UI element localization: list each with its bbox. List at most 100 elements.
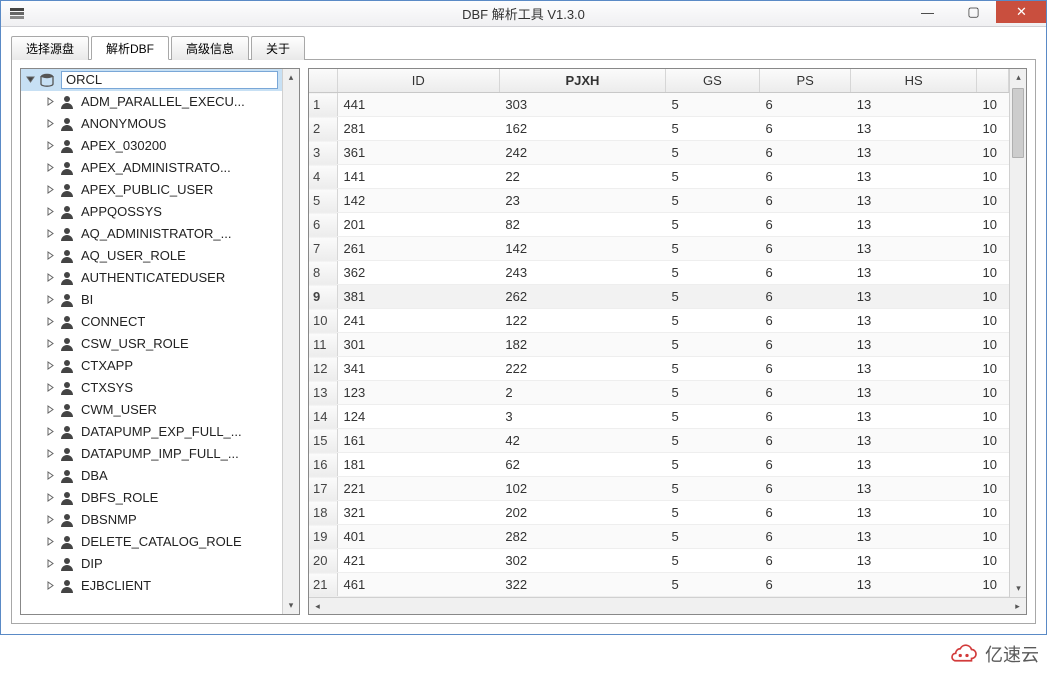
cell[interactable]: 13 [851, 93, 977, 117]
cell[interactable]: 341 [337, 357, 499, 381]
table-row[interactable]: 19401282561310 [309, 525, 1009, 549]
cell[interactable]: 10 [977, 285, 1009, 309]
tab-1[interactable]: 解析DBF [91, 36, 169, 60]
maximize-button[interactable]: ▢ [950, 1, 996, 23]
cell[interactable]: 222 [499, 357, 665, 381]
cell[interactable]: 13 [851, 549, 977, 573]
cell[interactable]: 13 [851, 453, 977, 477]
cell[interactable]: 6 [759, 213, 850, 237]
cell[interactable]: 6 [759, 333, 850, 357]
tree-item[interactable]: ANONYMOUS [21, 113, 282, 135]
col-header[interactable]: ID [337, 69, 499, 93]
cell[interactable]: 3 [499, 405, 665, 429]
tree-item[interactable]: CONNECT [21, 311, 282, 333]
cell[interactable]: 5 [665, 93, 759, 117]
cell[interactable]: 381 [337, 285, 499, 309]
cell[interactable]: 124 [337, 405, 499, 429]
cell[interactable]: 13 [851, 477, 977, 501]
cell[interactable]: 13 [851, 117, 977, 141]
cell[interactable]: 13 [851, 357, 977, 381]
tab-0[interactable]: 选择源盘 [11, 36, 89, 60]
cell[interactable]: 23 [499, 189, 665, 213]
expander-icon[interactable] [43, 425, 57, 439]
cell[interactable]: 401 [337, 525, 499, 549]
cell[interactable]: 241 [337, 309, 499, 333]
cell[interactable]: 6 [759, 381, 850, 405]
tree-item[interactable]: DBSNMP [21, 509, 282, 531]
table-row[interactable]: 3361242561310 [309, 141, 1009, 165]
cell[interactable]: 13 [851, 501, 977, 525]
col-header[interactable]: HS [851, 69, 977, 93]
tree-item[interactable]: DBFS_ROLE [21, 487, 282, 509]
table-row[interactable]: 10241122561310 [309, 309, 1009, 333]
cell[interactable]: 13 [851, 285, 977, 309]
cell[interactable]: 22 [499, 165, 665, 189]
cell[interactable]: 13 [851, 309, 977, 333]
cell[interactable]: 10 [977, 501, 1009, 525]
table-row[interactable]: 131232561310 [309, 381, 1009, 405]
cell[interactable]: 6 [759, 453, 850, 477]
cell[interactable]: 303 [499, 93, 665, 117]
scroll-down-icon[interactable]: ▾ [1010, 580, 1027, 597]
cell[interactable]: 13 [851, 261, 977, 285]
cell[interactable]: 10 [977, 549, 1009, 573]
scroll-left-icon[interactable]: ◂ [309, 598, 326, 615]
close-button[interactable]: ✕ [996, 1, 1046, 23]
scroll-up-icon[interactable]: ▴ [1010, 69, 1027, 86]
cell[interactable]: 5 [665, 285, 759, 309]
scroll-up-icon[interactable]: ▴ [283, 69, 299, 86]
cell[interactable]: 82 [499, 213, 665, 237]
cell[interactable]: 262 [499, 285, 665, 309]
expander-icon[interactable] [43, 249, 57, 263]
tree-item[interactable]: APEX_PUBLIC_USER [21, 179, 282, 201]
tree-item[interactable]: DIP [21, 553, 282, 575]
cell[interactable]: 5 [665, 309, 759, 333]
scroll-thumb[interactable] [1012, 88, 1024, 158]
cell[interactable]: 182 [499, 333, 665, 357]
expander-icon[interactable] [43, 227, 57, 241]
cell[interactable]: 181 [337, 453, 499, 477]
expander-icon[interactable] [43, 271, 57, 285]
cell[interactable]: 362 [337, 261, 499, 285]
cell[interactable]: 62 [499, 453, 665, 477]
tree-item[interactable]: APEX_ADMINISTRATO... [21, 157, 282, 179]
expander-icon[interactable] [43, 205, 57, 219]
cell[interactable]: 10 [977, 189, 1009, 213]
cell[interactable]: 5 [665, 405, 759, 429]
tab-2[interactable]: 高级信息 [171, 36, 249, 60]
cell[interactable]: 5 [665, 213, 759, 237]
cell[interactable]: 141 [337, 165, 499, 189]
tree-item[interactable]: AUTHENTICATEDUSER [21, 267, 282, 289]
cell[interactable]: 122 [499, 309, 665, 333]
cell[interactable]: 10 [977, 117, 1009, 141]
expander-icon[interactable] [43, 139, 57, 153]
cell[interactable]: 10 [977, 453, 1009, 477]
tree-item[interactable]: CSW_USR_ROLE [21, 333, 282, 355]
expander-icon[interactable] [23, 73, 37, 87]
table-row[interactable]: 620182561310 [309, 213, 1009, 237]
table-row[interactable]: 1618162561310 [309, 453, 1009, 477]
cell[interactable]: 6 [759, 405, 850, 429]
cell[interactable]: 282 [499, 525, 665, 549]
table-row[interactable]: 8362243561310 [309, 261, 1009, 285]
cell[interactable]: 10 [977, 309, 1009, 333]
cell[interactable]: 5 [665, 549, 759, 573]
expander-icon[interactable] [43, 337, 57, 351]
cell[interactable]: 10 [977, 333, 1009, 357]
cell[interactable]: 10 [977, 573, 1009, 597]
table-row[interactable]: 141243561310 [309, 405, 1009, 429]
cell[interactable]: 6 [759, 357, 850, 381]
tree-item[interactable]: DELETE_CATALOG_ROLE [21, 531, 282, 553]
cell[interactable]: 161 [337, 429, 499, 453]
grid-h-scrollbar[interactable]: ◂ ▸ [309, 597, 1026, 614]
cell[interactable]: 13 [851, 573, 977, 597]
cell[interactable]: 6 [759, 501, 850, 525]
scroll-down-icon[interactable]: ▾ [283, 597, 299, 614]
cell[interactable]: 10 [977, 165, 1009, 189]
cell[interactable]: 6 [759, 141, 850, 165]
cell[interactable]: 10 [977, 381, 1009, 405]
table-row[interactable]: 1516142561310 [309, 429, 1009, 453]
cell[interactable]: 102 [499, 477, 665, 501]
cell[interactable]: 5 [665, 261, 759, 285]
tree-item[interactable]: CTXSYS [21, 377, 282, 399]
